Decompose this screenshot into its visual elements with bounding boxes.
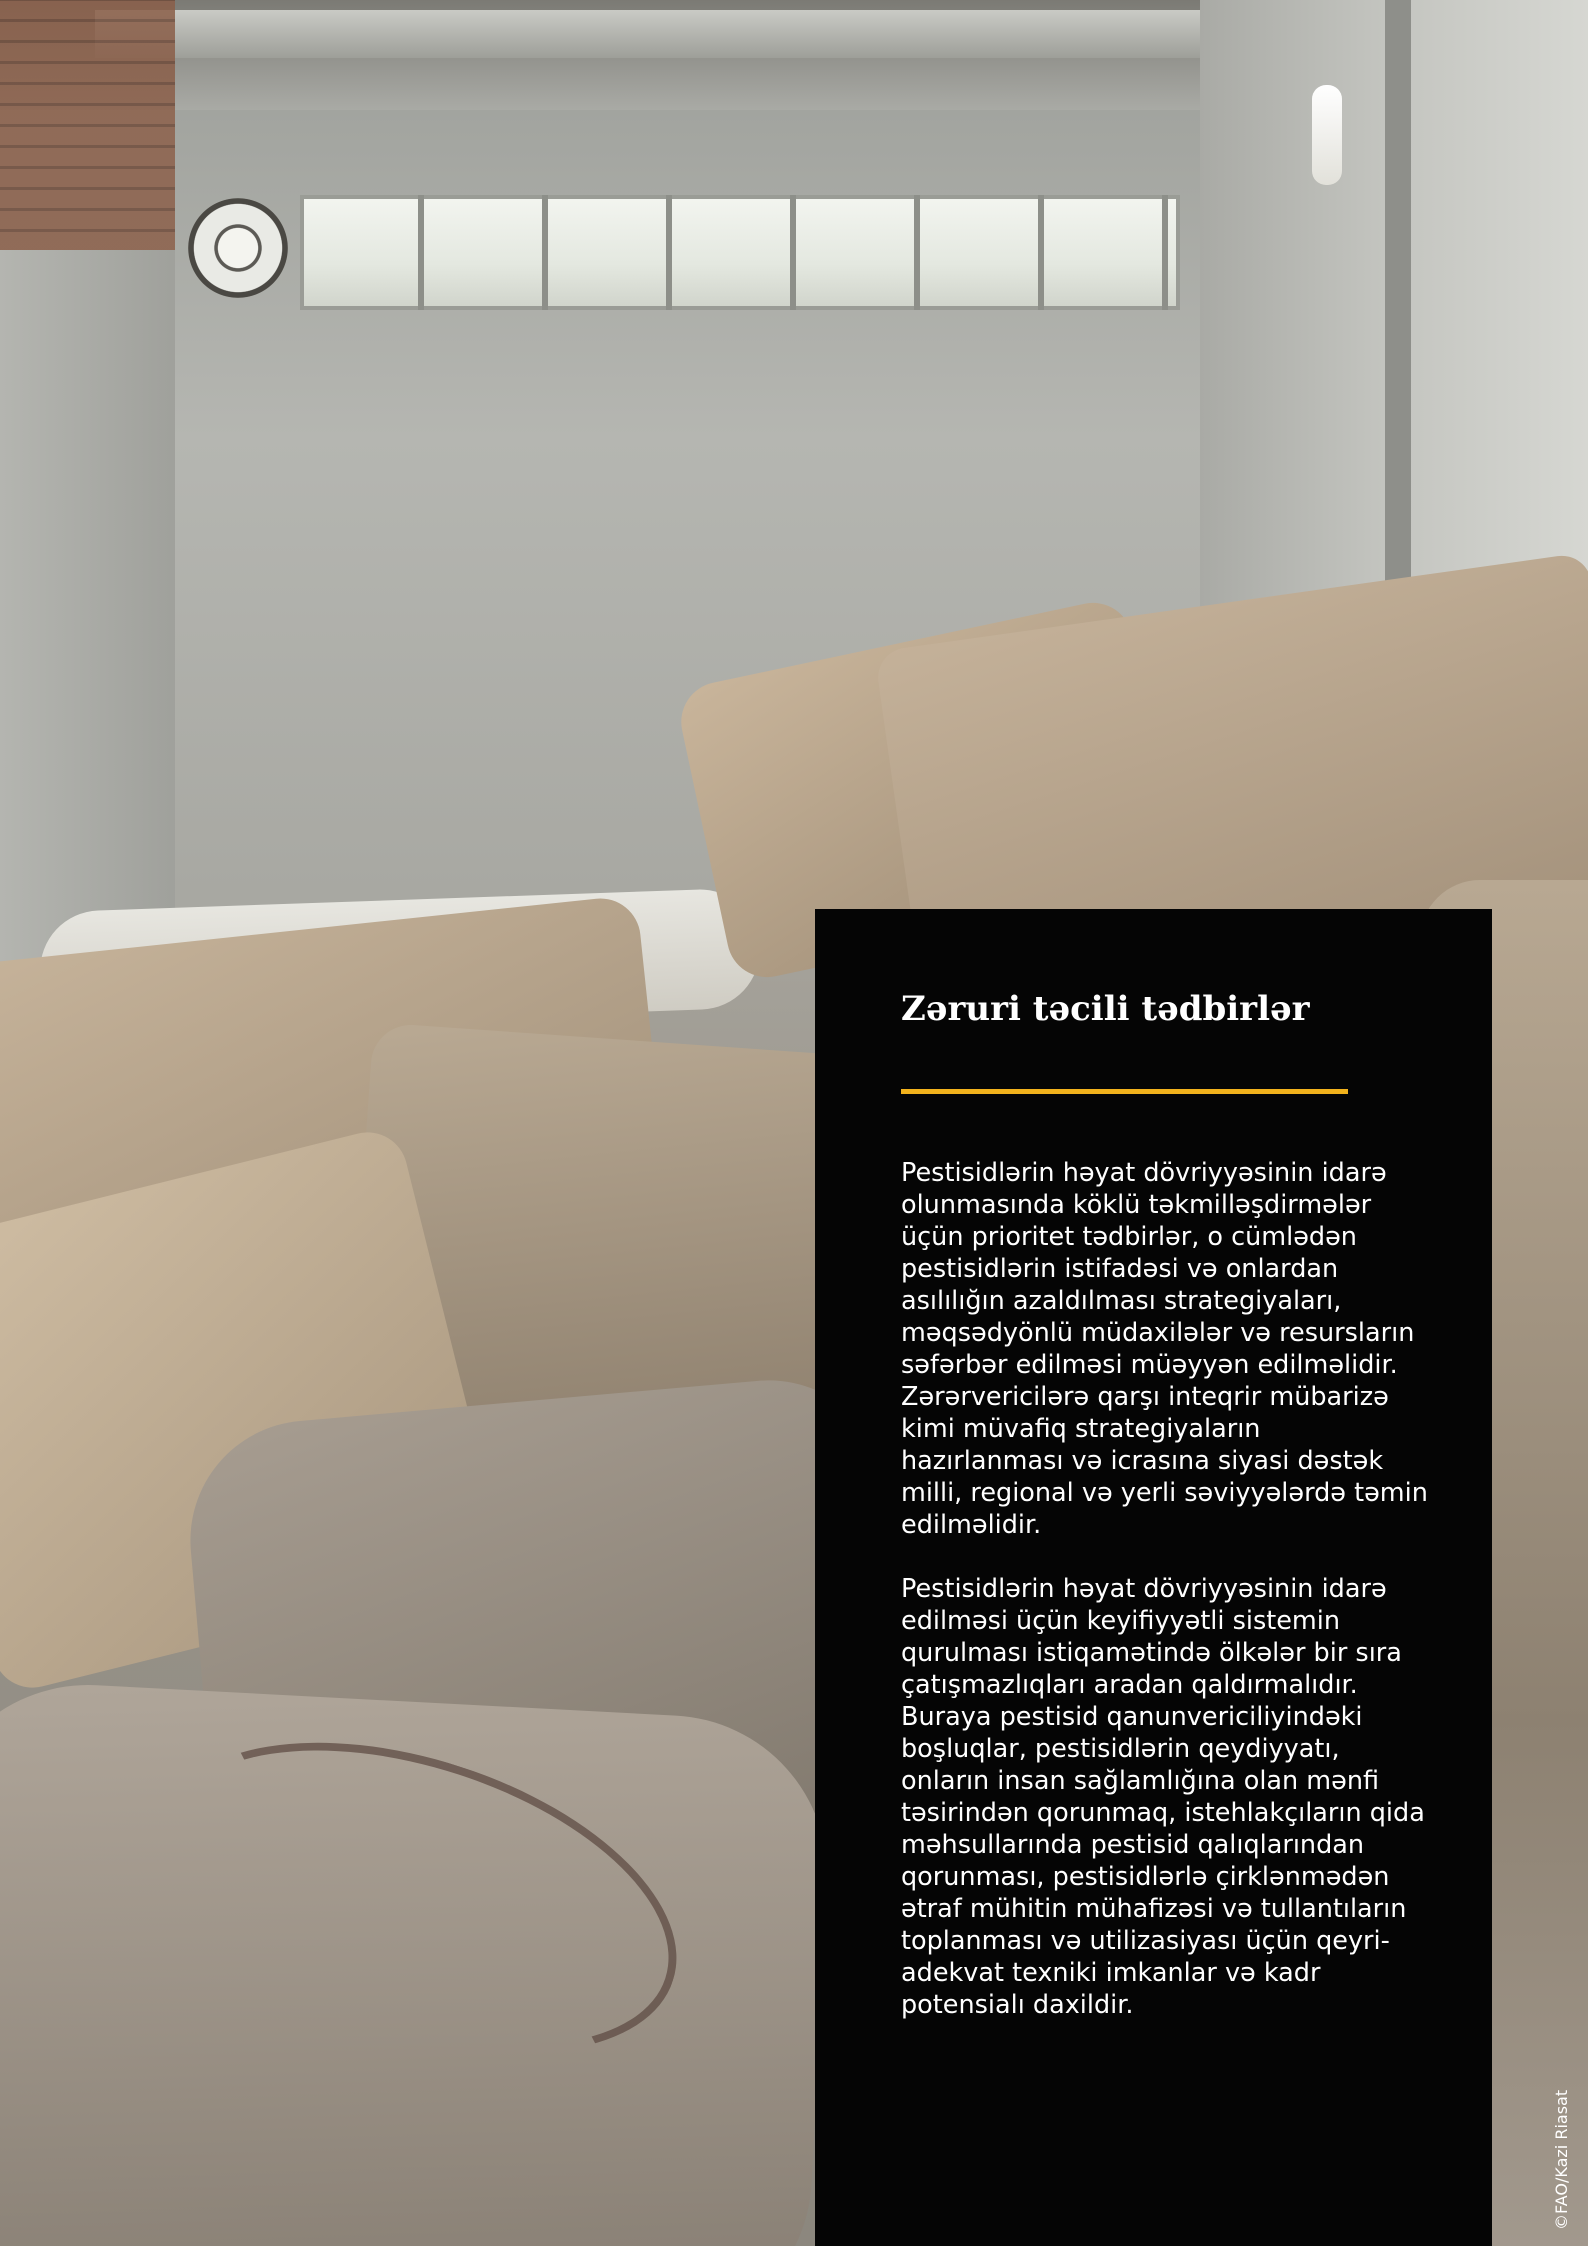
lamp-icon (1312, 85, 1342, 185)
paragraph: Pestisidlərin həyat dövriyyəsinin idarə … (901, 1158, 1428, 1540)
accent-divider (901, 1089, 1348, 1094)
ceiling-beam (95, 10, 1285, 58)
text-panel: Zəruri təcili tədbirlər Pestisidlərin hə… (815, 909, 1492, 2246)
paragraph: Pestisidlərin həyat dövriyyəsinin idarə … (901, 1574, 1425, 2020)
ventilation-fan-icon (188, 198, 288, 298)
panel-body: Pestisidlərin həyat dövriyyəsinin idarə … (901, 1157, 1431, 2053)
panel-title: Zəruri təcili tədbirlər (901, 989, 1310, 1029)
window-frame (300, 195, 1180, 310)
photo-credit: ©FAO/Kazi Riasat (1552, 2089, 1571, 2230)
left-wall (0, 250, 180, 970)
